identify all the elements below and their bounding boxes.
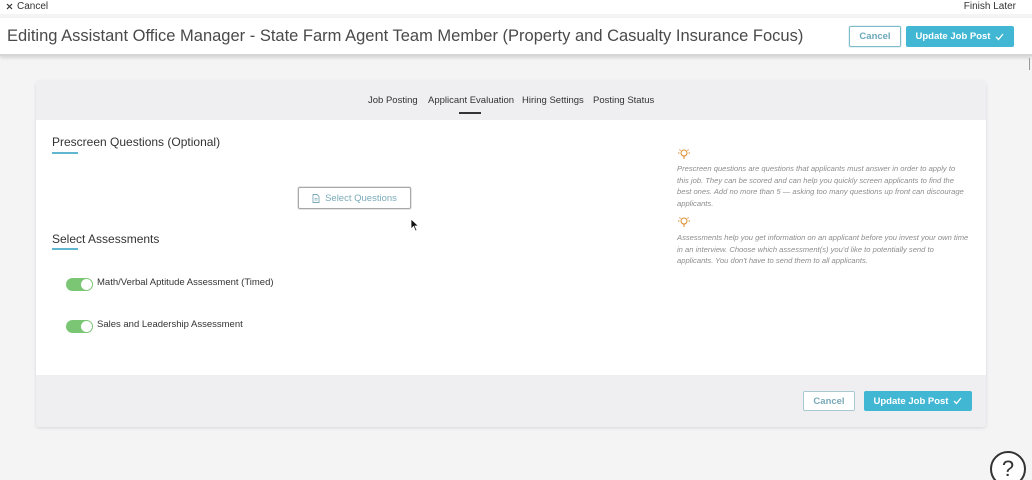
card-footer: Cancel Update Job Post [36, 375, 986, 427]
checkmark-icon [954, 397, 962, 405]
tab-hiring-settings[interactable]: Hiring Settings [522, 95, 584, 106]
footer-update-job-post-button[interactable]: Update Job Post [864, 391, 972, 411]
document-icon [312, 193, 320, 203]
cancel-link[interactable]: Cancel [6, 1, 48, 12]
tab-job-posting[interactable]: Job Posting [368, 95, 418, 106]
page-title: Editing Assistant Office Manager - State… [7, 27, 804, 45]
scrollbar[interactable] [1029, 58, 1030, 70]
help-button[interactable]: ? [990, 451, 1026, 480]
finish-later-link[interactable]: Finish Later [964, 1, 1016, 12]
header-update-job-post-button[interactable]: Update Job Post [906, 26, 1014, 47]
tab-posting-status[interactable]: Posting Status [593, 95, 654, 106]
top-bar: Cancel Finish Later [0, 0, 1032, 14]
header-update-label: Update Job Post [915, 31, 991, 42]
main-card: Job Posting Applicant Evaluation Hiring … [36, 81, 986, 427]
cancel-link-label: Cancel [17, 1, 49, 12]
lightbulb-icon [678, 149, 690, 159]
header-cancel-button[interactable]: Cancel [849, 26, 901, 47]
assessments-tip-text: Assessments help you get information on … [677, 233, 969, 265]
assessment-label-sales-leadership: Sales and Leadership Assessment [97, 319, 243, 330]
prescreen-tip-text: Prescreen questions are questions that a… [677, 164, 964, 208]
assessments-underline [52, 248, 78, 250]
footer-cancel-button[interactable]: Cancel [803, 391, 855, 411]
toggle-sales-leadership-assessment[interactable] [66, 320, 93, 333]
footer-update-label: Update Job Post [873, 395, 949, 407]
prescreen-underline [52, 152, 78, 154]
lightbulb-icon [678, 217, 690, 227]
assessments-title: Select Assessments [52, 232, 160, 246]
tab-applicant-evaluation[interactable]: Applicant Evaluation [428, 95, 514, 114]
prescreen-title: Prescreen Questions (Optional) [52, 135, 221, 149]
select-questions-label: Select Questions [325, 192, 397, 204]
page-header: Editing Assistant Office Manager - State… [0, 18, 1032, 56]
mouse-cursor-icon [410, 218, 420, 232]
select-questions-button[interactable]: Select Questions [298, 187, 411, 209]
toggle-knob [81, 279, 92, 290]
toggle-math-verbal-assessment[interactable] [66, 278, 93, 291]
assessment-label-math-verbal: Math/Verbal Aptitude Assessment (Timed) [97, 277, 274, 288]
toggle-knob [81, 321, 92, 332]
checkmark-icon [996, 33, 1004, 40]
close-icon [6, 3, 13, 10]
question-icon: ? [1001, 456, 1015, 480]
tab-bar: Job Posting Applicant Evaluation Hiring … [36, 81, 986, 120]
